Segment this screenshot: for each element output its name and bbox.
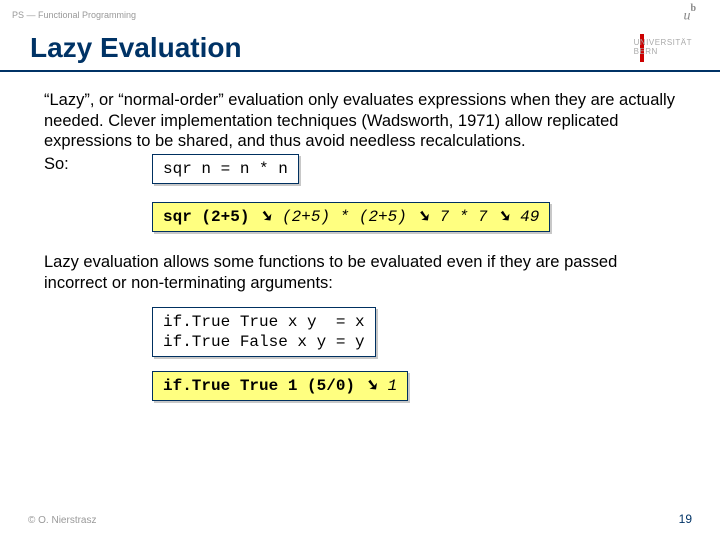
breadcrumb: PS — Functional Programming [0,0,720,20]
code-row-2: if.True True x y = x if.True False x y =… [152,307,684,357]
content-area: “Lazy”, or “normal-order” evaluation onl… [0,72,720,401]
arrow-icon: ➘ [259,207,272,227]
code-iftrue-eval: if.True True 1 (5/0) ➘ 1 [152,371,408,401]
title-underline [0,70,720,72]
university-logo: ub [683,6,696,27]
paragraph-1: “Lazy”, or “normal-order” evaluation onl… [44,90,684,152]
so-row: So: sqr n = n * n [44,154,684,184]
eval-row-2: if.True True 1 (5/0) ➘ 1 [152,371,684,401]
logo-b: b [690,3,696,14]
eval-row-1: sqr (2+5) ➘ (2+5) * (2+5) ➘ 7 * 7 ➘ 49 [152,202,684,232]
eval1-a: sqr (2+5) [163,208,249,226]
logo-ub: ub [683,6,696,25]
arrow-icon: ➘ [416,207,429,227]
eval2-b: 1 [388,377,398,395]
eval1-c: 7 * 7 [440,208,488,226]
page-title: Lazy Evaluation [0,30,720,68]
so-label: So: [44,154,152,175]
code-sqr-eval: sqr (2+5) ➘ (2+5) * (2+5) ➘ 7 * 7 ➘ 49 [152,202,550,232]
title-band: Lazy Evaluation [0,30,720,72]
arrow-icon: ➘ [365,376,378,396]
paragraph-2: Lazy evaluation allows some functions to… [44,252,684,293]
arrow-icon: ➘ [497,207,510,227]
eval1-b: (2+5) * (2+5) [282,208,407,226]
code-iftrue-def: if.True True x y = x if.True False x y =… [152,307,376,357]
footer-copyright: © O. Nierstrasz [28,515,97,526]
page-number: 19 [679,512,692,526]
code-sqr-def: sqr n = n * n [152,154,299,184]
eval2-a: if.True True 1 (5/0) [163,377,355,395]
eval1-d: 49 [520,208,539,226]
